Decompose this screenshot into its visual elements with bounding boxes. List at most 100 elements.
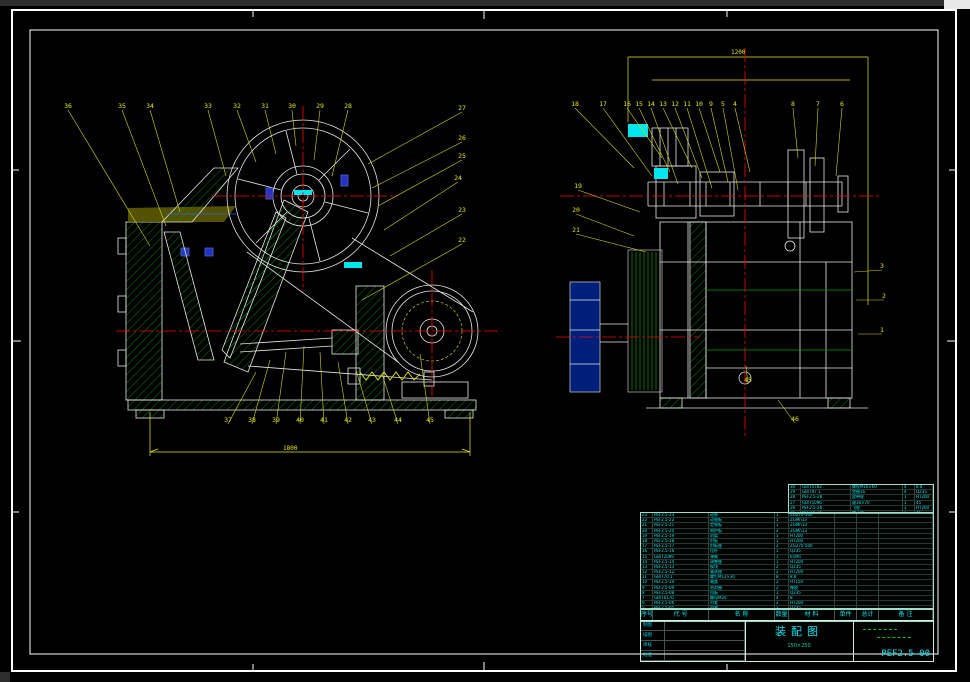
callout-number: 25 xyxy=(458,152,466,160)
bom-main-table: 23 PEF2.5-23 动颚 1 ZG270-500 22 PEF2.5-22 动颚板 1 ZG… xyxy=(640,512,934,610)
callout-number: 10 xyxy=(695,100,703,108)
signature-label: 批准 xyxy=(641,651,665,661)
drawing-number: PEF2.5-00 xyxy=(881,649,930,659)
callout-number: 29 xyxy=(316,102,324,110)
callout-number: 28 xyxy=(344,102,352,110)
callout-number: 31 xyxy=(261,102,269,110)
leader-line xyxy=(313,109,321,161)
leader-line xyxy=(835,107,843,177)
callout-number: 32 xyxy=(233,102,241,110)
drawing-title: 装配图 xyxy=(775,625,823,638)
drawing-title-cell: 装配图 150×250 xyxy=(745,621,854,661)
signature-line xyxy=(863,629,897,630)
signature-grid: 制图 描图 审核 批准 xyxy=(641,621,746,661)
signature-value xyxy=(665,641,745,651)
leader-line xyxy=(575,233,647,253)
callout-number: 23 xyxy=(458,206,466,214)
leader-line xyxy=(377,159,463,207)
callout-number: 20 xyxy=(572,206,580,214)
signature-value xyxy=(665,651,745,661)
title-block: 制图 描图 审核 批准 装配图 150×250 PEF2.5-00 xyxy=(640,620,934,662)
leader-line xyxy=(319,351,325,425)
leader-line xyxy=(251,359,271,425)
callout-number: 46 xyxy=(791,415,799,423)
dimension-right-top xyxy=(627,56,869,305)
leader-line xyxy=(291,109,297,147)
leader-line xyxy=(792,107,799,159)
signature-label: 制图 xyxy=(641,621,665,631)
callout-number: 45 xyxy=(426,416,434,424)
leader-line xyxy=(299,345,305,425)
callout-number: 30 xyxy=(288,102,296,110)
callout-number: 15 xyxy=(635,100,643,108)
leader-line xyxy=(337,361,349,425)
callout-number: 5 xyxy=(721,100,725,108)
callout-number: 41 xyxy=(320,416,328,424)
callout-number: 6 xyxy=(840,100,844,108)
callout-number: 3 xyxy=(880,262,884,270)
leader-line xyxy=(67,109,151,247)
callout-number: 36 xyxy=(64,102,72,110)
callout-number: 35 xyxy=(118,102,126,110)
jaw-plate-stack xyxy=(631,252,657,390)
leader-line xyxy=(722,107,739,191)
callout-number: 45 xyxy=(744,376,752,384)
leader-line xyxy=(577,189,641,213)
leader-line xyxy=(371,141,463,189)
callout-number: 27 xyxy=(458,104,466,112)
leader-line xyxy=(149,109,181,213)
signature-label: 描图 xyxy=(641,631,665,641)
callout-number: 8 xyxy=(791,100,795,108)
callout-number: 26 xyxy=(458,134,466,142)
signature-label: 审核 xyxy=(641,641,665,651)
callout-number: 7 xyxy=(816,100,820,108)
drawing-subtitle: 150×250 xyxy=(787,643,811,649)
callout-number: 19 xyxy=(574,182,582,190)
left-view xyxy=(116,106,502,456)
leader-line xyxy=(574,107,635,169)
leader-line xyxy=(361,243,463,301)
leader-line xyxy=(367,111,463,165)
leader-line xyxy=(575,213,635,237)
bom-table: 30 GB/T5782 螺栓M16×60 4 8.8 29 GB/T97.1 垫圈16 4 Q23… xyxy=(640,484,934,662)
flywheel-spokes xyxy=(237,130,369,262)
signature-line xyxy=(877,637,911,638)
callout-number: 13 xyxy=(659,100,667,108)
cad-canvas[interactable]: 36 35 34 33 32 31 30 29 28 27 26 25 24 23 22 37 38 39 40 41… xyxy=(0,0,970,682)
callout-number: 43 xyxy=(368,416,376,424)
leader-line xyxy=(419,353,431,425)
bom-step-table: 30 GB/T5782 螺栓M16×60 4 8.8 29 GB/T97.1 垫圈16 4 Q23… xyxy=(788,484,934,514)
callout-number: 21 xyxy=(572,226,580,234)
callout-number: 9 xyxy=(709,100,713,108)
leader-line xyxy=(698,107,721,173)
signature-value xyxy=(665,631,745,641)
leader-line xyxy=(264,109,277,155)
callout-number: 22 xyxy=(458,236,466,244)
leader-line xyxy=(207,109,227,177)
callout-number: 1 xyxy=(880,326,884,334)
callout-number: 12 xyxy=(671,100,679,108)
callout-number: 4 xyxy=(733,100,737,108)
callout-number: 17 xyxy=(599,100,607,108)
dim-text-right: 1200 xyxy=(731,49,746,56)
callout-number: 34 xyxy=(146,102,154,110)
callout-number: 11 xyxy=(683,100,691,108)
leader-line xyxy=(389,213,463,257)
leader-line xyxy=(734,107,751,173)
dimension-left-bottom xyxy=(149,412,471,456)
callout-number: 14 xyxy=(647,100,655,108)
leader-line xyxy=(602,107,653,177)
drawing-number-cell: PEF2.5-00 xyxy=(853,621,933,661)
callout-number: 33 xyxy=(204,102,212,110)
callout-number: 16 xyxy=(623,100,631,108)
callout-number: 38 xyxy=(248,416,256,424)
dim-text-left: 1800 xyxy=(283,445,298,452)
signature-value xyxy=(665,621,745,631)
callout-number: 24 xyxy=(454,174,462,182)
callout-number: 2 xyxy=(882,292,886,300)
callout-number: 44 xyxy=(394,416,402,424)
callout-number: 18 xyxy=(571,100,579,108)
callout-number: 39 xyxy=(272,416,280,424)
leader-line xyxy=(814,107,819,167)
callout-number: 42 xyxy=(344,416,352,424)
